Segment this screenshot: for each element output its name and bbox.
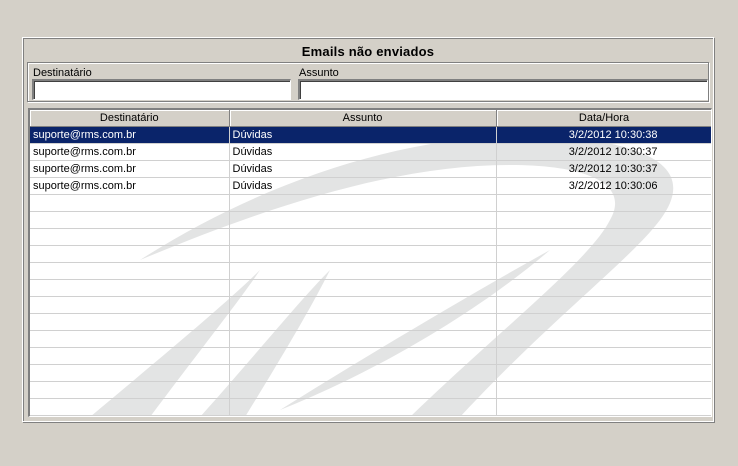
empty-table-row[interactable] [30, 194, 711, 212]
empty-cell [30, 245, 230, 263]
table-row[interactable]: suporte@rms.com.br Dúvidas 3/2/2012 10:3… [30, 177, 711, 195]
empty-cell [229, 279, 497, 297]
unsent-emails-panel: Emails não enviados Destinatário Assunto… [22, 37, 714, 422]
empty-table-row[interactable] [30, 245, 711, 263]
empty-table-row[interactable] [30, 279, 711, 297]
empty-cell [30, 313, 230, 331]
column-header-subject[interactable]: Assunto [229, 110, 497, 127]
empty-table-row[interactable] [30, 398, 711, 416]
empty-cell [229, 296, 497, 314]
empty-cell [496, 330, 711, 348]
cell-subject: Dúvidas [229, 160, 497, 178]
empty-cell [229, 347, 497, 365]
empty-cell [229, 194, 497, 212]
column-header-recipient[interactable]: Destinatário [30, 110, 230, 127]
empty-cell [496, 262, 711, 280]
empty-cell [229, 381, 497, 399]
empty-cell [229, 364, 497, 382]
empty-cell [30, 262, 230, 280]
cell-recipient: suporte@rms.com.br [30, 143, 230, 161]
empty-table-row[interactable] [30, 262, 711, 280]
empty-cell [30, 228, 230, 246]
recipient-filter-input[interactable] [32, 79, 291, 100]
empty-cell [496, 364, 711, 382]
empty-table-row[interactable] [30, 228, 711, 246]
empty-cell [30, 347, 230, 365]
empty-cell [30, 296, 230, 314]
empty-rows [30, 194, 711, 416]
cell-datetime: 3/2/2012 10:30:38 [496, 126, 711, 144]
unsent-emails-grid[interactable]: Destinatário Assunto Data/Hora suporte@r… [28, 108, 712, 417]
empty-cell [229, 398, 497, 416]
empty-cell [229, 262, 497, 280]
recipient-filter-label: Destinatário [33, 67, 92, 79]
cell-datetime: 3/2/2012 10:30:06 [496, 177, 711, 195]
empty-cell [30, 398, 230, 416]
empty-cell [496, 347, 711, 365]
table-header-row: Destinatário Assunto Data/Hora [30, 110, 711, 127]
empty-cell [229, 211, 497, 229]
empty-cell [496, 279, 711, 297]
table-row[interactable]: suporte@rms.com.br Dúvidas 3/2/2012 10:3… [30, 160, 711, 178]
empty-cell [496, 211, 711, 229]
table-row[interactable]: suporte@rms.com.br Dúvidas 3/2/2012 10:3… [30, 143, 711, 161]
emails-table: Destinatário Assunto Data/Hora suporte@r… [30, 110, 711, 416]
empty-cell [30, 194, 230, 212]
empty-cell [496, 313, 711, 331]
empty-cell [496, 245, 711, 263]
empty-cell [30, 364, 230, 382]
empty-cell [229, 245, 497, 263]
empty-table-row[interactable] [30, 347, 711, 365]
empty-cell [496, 381, 711, 399]
empty-table-row[interactable] [30, 364, 711, 382]
filter-group: Destinatário Assunto [27, 62, 709, 102]
cell-subject: Dúvidas [229, 177, 497, 195]
empty-cell [496, 194, 711, 212]
empty-table-row[interactable] [30, 296, 711, 314]
empty-cell [30, 211, 230, 229]
cell-recipient: suporte@rms.com.br [30, 160, 230, 178]
empty-table-row[interactable] [30, 211, 711, 229]
cell-subject: Dúvidas [229, 143, 497, 161]
empty-cell [496, 398, 711, 416]
cell-recipient: suporte@rms.com.br [30, 126, 230, 144]
cell-datetime: 3/2/2012 10:30:37 [496, 143, 711, 161]
empty-cell [229, 330, 497, 348]
empty-cell [30, 381, 230, 399]
empty-cell [30, 279, 230, 297]
cell-subject: Dúvidas [229, 126, 497, 144]
table-row[interactable]: suporte@rms.com.br Dúvidas 3/2/2012 10:3… [30, 126, 711, 144]
empty-cell [229, 313, 497, 331]
panel-title: Emails não enviados [301, 44, 435, 59]
empty-cell [496, 228, 711, 246]
empty-table-row[interactable] [30, 313, 711, 331]
subject-filter-label: Assunto [299, 67, 339, 79]
empty-cell [30, 330, 230, 348]
empty-table-row[interactable] [30, 381, 711, 399]
column-header-datetime[interactable]: Data/Hora [496, 110, 711, 127]
cell-datetime: 3/2/2012 10:30:37 [496, 160, 711, 178]
empty-table-row[interactable] [30, 330, 711, 348]
empty-cell [229, 228, 497, 246]
cell-recipient: suporte@rms.com.br [30, 177, 230, 195]
empty-cell [496, 296, 711, 314]
subject-filter-input[interactable] [298, 79, 708, 100]
